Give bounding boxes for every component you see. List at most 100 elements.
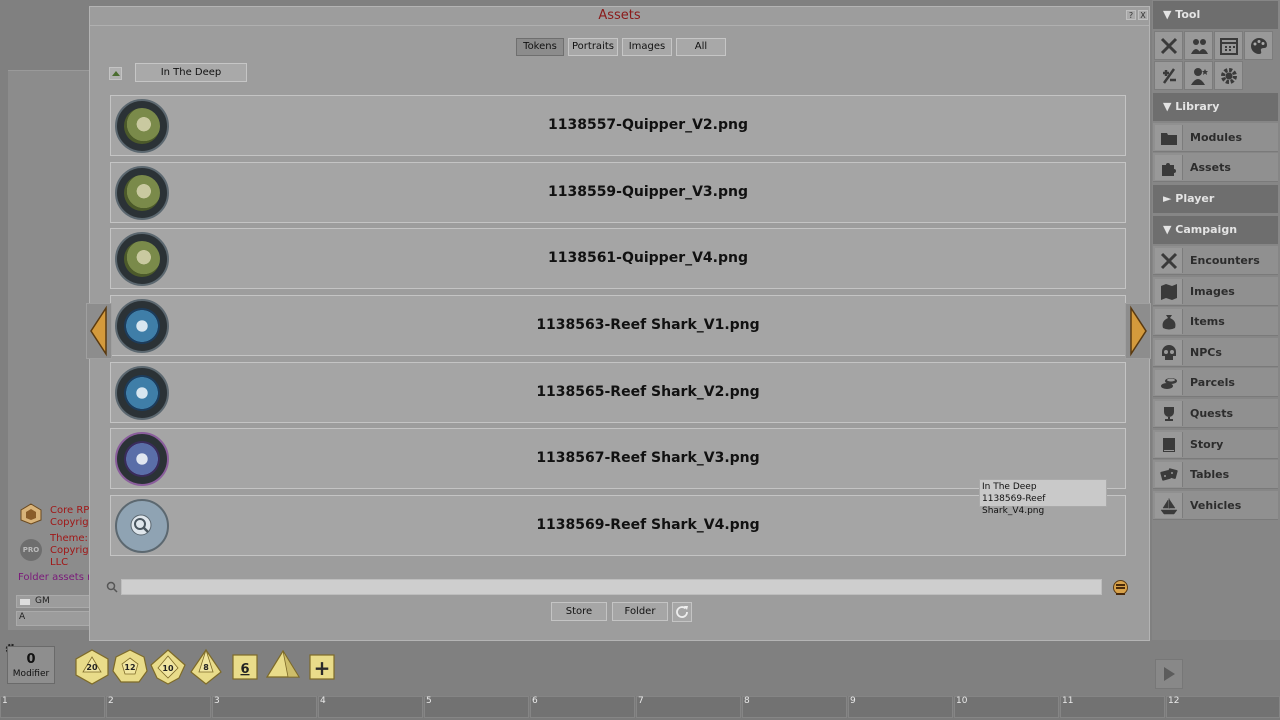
hotkey-slot[interactable]: 1 bbox=[0, 696, 105, 718]
asset-row[interactable]: 1138563-Reef Shark_V1.png bbox=[110, 295, 1126, 356]
hotkey-slot[interactable]: 11 bbox=[1060, 696, 1165, 718]
hotkey-number: 11 bbox=[1062, 696, 1074, 706]
hotkey-number: 4 bbox=[320, 696, 326, 706]
asset-row[interactable]: 1138561-Quipper_V4.png bbox=[110, 228, 1126, 289]
colors-tool-button[interactable] bbox=[1244, 31, 1273, 60]
sidebar-item-label: Images bbox=[1190, 285, 1235, 298]
asset-tooltip: In The Deep 1138569-Reef Shark_V4.png bbox=[979, 479, 1107, 516]
combat-tool-button[interactable] bbox=[1154, 31, 1183, 60]
dice-icon bbox=[1159, 467, 1178, 481]
sidebar-item-quests[interactable]: Quests bbox=[1153, 399, 1278, 428]
reef-shark-token-thumbnail bbox=[115, 366, 169, 420]
sidebar-item-vehicles[interactable]: Vehicles bbox=[1153, 491, 1278, 520]
calendar-tool-button[interactable] bbox=[1214, 31, 1243, 60]
sidebar-section-campaign[interactable]: ▼ Campaign bbox=[1153, 216, 1278, 244]
sidebar-item-tables[interactable]: Tables bbox=[1153, 460, 1278, 489]
hotkey-number: 7 bbox=[638, 696, 644, 706]
d6-die-icon[interactable]: 6 bbox=[227, 648, 265, 686]
menu-icon bbox=[1116, 587, 1125, 589]
folder-path-button[interactable]: In The Deep bbox=[135, 63, 247, 82]
hotkey-slot[interactable]: 12 bbox=[1166, 696, 1280, 718]
chat-identity-selector[interactable]: GM bbox=[16, 595, 94, 608]
hotkey-slot[interactable]: 2 bbox=[106, 696, 211, 718]
d12-die-icon[interactable]: 12 bbox=[111, 648, 149, 686]
trophy-icon bbox=[1163, 406, 1174, 421]
party-tool-button[interactable] bbox=[1184, 31, 1213, 60]
hotkey-slot[interactable]: 6 bbox=[530, 696, 635, 718]
tab-tokens[interactable]: Tokens bbox=[516, 38, 564, 56]
asset-row[interactable]: 1138565-Reef Shark_V2.png bbox=[110, 362, 1126, 423]
sidebar: ▼ Tool ▼ Library Modules Assets ► Player… bbox=[1152, 0, 1280, 640]
sidebar-item-encounters[interactable]: Encounters bbox=[1153, 246, 1278, 275]
asset-name: 1138557-Quipper_V2.png bbox=[547, 117, 748, 133]
sidebar-item-parcels[interactable]: Parcels bbox=[1153, 368, 1278, 397]
custom-die-icon[interactable]: + bbox=[303, 648, 341, 686]
sidebar-item-npcs[interactable]: NPCs bbox=[1153, 338, 1278, 367]
modifier-box[interactable]: 0 Modifier bbox=[7, 646, 55, 684]
puzzle-icon bbox=[1161, 162, 1176, 176]
sidebar-section-player[interactable]: ► Player bbox=[1153, 185, 1278, 213]
asset-row[interactable]: 1138557-Quipper_V2.png bbox=[110, 95, 1126, 156]
assets-window: Assets ? X Tokens Portraits Images All I… bbox=[86, 6, 1151, 641]
section-label: Player bbox=[1175, 192, 1215, 205]
ship-icon bbox=[1160, 497, 1177, 514]
store-button[interactable]: Store bbox=[551, 602, 607, 621]
asset-row[interactable]: 1138567-Reef Shark_V3.png bbox=[110, 428, 1126, 489]
hotkey-slot[interactable]: 5 bbox=[424, 696, 529, 718]
sidebar-item-assets[interactable]: Assets bbox=[1153, 153, 1278, 182]
previous-page-button[interactable] bbox=[86, 303, 112, 359]
hotkey-slot[interactable]: 10 bbox=[954, 696, 1059, 718]
d4-die-icon[interactable]: 4 bbox=[264, 648, 302, 686]
d20-die-icon[interactable]: 20 bbox=[73, 648, 111, 686]
arrow-left-icon bbox=[90, 305, 107, 357]
asset-name: 1138561-Quipper_V4.png bbox=[547, 250, 748, 266]
options-tool-button[interactable] bbox=[1214, 61, 1243, 90]
sidebar-item-label: Tables bbox=[1190, 468, 1230, 481]
sidebar-item-label: Modules bbox=[1190, 131, 1242, 144]
party-icon bbox=[1190, 38, 1208, 54]
tab-all[interactable]: All bbox=[676, 38, 726, 56]
hotkey-slot[interactable]: 7 bbox=[636, 696, 741, 718]
reef-shark-token-thumbnail bbox=[115, 299, 169, 353]
play-icon[interactable] bbox=[1155, 659, 1183, 689]
help-button[interactable]: ? bbox=[1126, 10, 1136, 20]
asset-row[interactable]: 1138559-Quipper_V3.png bbox=[110, 162, 1126, 223]
chat-entry-field[interactable]: A bbox=[16, 611, 94, 626]
asset-row[interactable]: 1138569-Reef Shark_V4.png bbox=[110, 495, 1126, 556]
modifier-value: 0 bbox=[26, 652, 36, 667]
folder-button[interactable]: Folder bbox=[612, 602, 668, 621]
sidebar-section-tool[interactable]: ▼ Tool bbox=[1153, 1, 1278, 29]
hotkey-slot[interactable]: 8 bbox=[742, 696, 847, 718]
die-label: + bbox=[314, 656, 331, 680]
close-button[interactable]: X bbox=[1138, 10, 1148, 20]
sidebar-item-story[interactable]: Story bbox=[1153, 430, 1278, 459]
folder-up-button[interactable] bbox=[109, 67, 122, 80]
sidebar-section-library[interactable]: ▼ Library bbox=[1153, 93, 1278, 121]
d10-die-icon[interactable]: 10 bbox=[149, 648, 187, 686]
section-label: Campaign bbox=[1175, 223, 1238, 236]
sidebar-item-modules[interactable]: Modules bbox=[1153, 123, 1278, 152]
sidebar-item-items[interactable]: Items bbox=[1153, 307, 1278, 336]
hotkey-number: 1 bbox=[2, 696, 8, 706]
refresh-button[interactable] bbox=[672, 602, 692, 622]
hotkey-slot[interactable]: 9 bbox=[848, 696, 953, 718]
hotkey-slot[interactable]: 3 bbox=[212, 696, 317, 718]
sidebar-item-label: NPCs bbox=[1190, 346, 1222, 359]
sidebar-item-label: Encounters bbox=[1190, 254, 1260, 267]
sidebar-item-images[interactable]: Images bbox=[1153, 277, 1278, 306]
filter-menu-button[interactable] bbox=[1113, 580, 1128, 595]
sidebar-item-label: Quests bbox=[1190, 407, 1233, 420]
asset-name: 1138563-Reef Shark_V1.png bbox=[536, 317, 760, 333]
sidebar-item-label: Parcels bbox=[1190, 376, 1235, 389]
tab-images[interactable]: Images bbox=[622, 38, 672, 56]
hotkey-slot[interactable]: 4 bbox=[318, 696, 423, 718]
hotkey-number: 5 bbox=[426, 696, 432, 706]
hotkey-bar: 1 2 3 4 5 6 7 8 9 10 11 12 bbox=[0, 696, 1280, 720]
effects-tool-button[interactable] bbox=[1184, 61, 1213, 90]
modifiers-tool-button[interactable] bbox=[1154, 61, 1183, 90]
next-page-button[interactable] bbox=[1125, 303, 1151, 359]
tab-portraits[interactable]: Portraits bbox=[568, 38, 618, 56]
search-icon bbox=[106, 581, 118, 593]
d8-die-icon[interactable]: 8 bbox=[187, 648, 225, 686]
search-input[interactable] bbox=[121, 579, 1102, 595]
